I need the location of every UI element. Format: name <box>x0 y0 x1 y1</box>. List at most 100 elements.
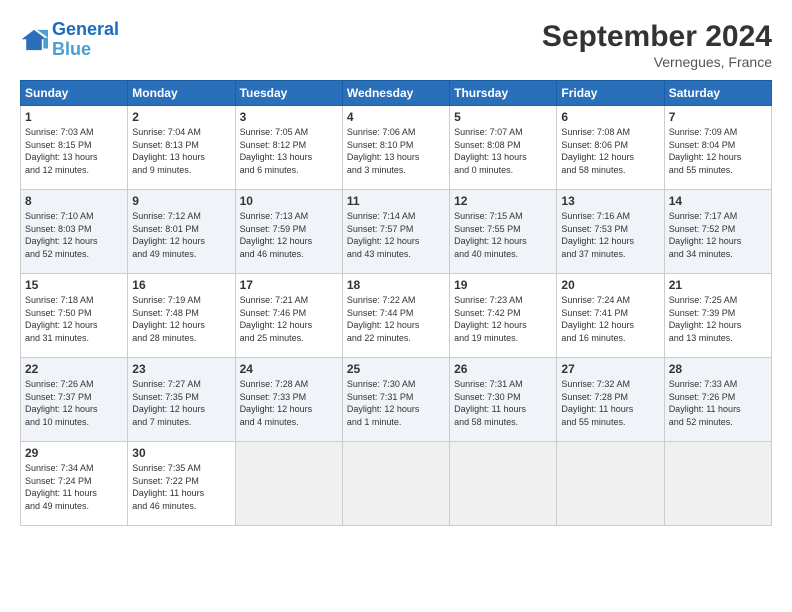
calendar-day-2: 2 Sunrise: 7:04 AMSunset: 8:13 PMDaylight… <box>128 106 235 190</box>
calendar-day-15: 15Sunrise: 7:18 AMSunset: 7:50 PMDayligh… <box>21 274 128 358</box>
calendar-empty <box>342 442 449 526</box>
month-title: September 2024 <box>542 20 772 54</box>
day-info: Sunrise: 7:08 AMSunset: 8:06 PMDaylight:… <box>561 126 659 176</box>
col-header-friday: Friday <box>557 81 664 106</box>
day-info: Sunrise: 7:24 AMSunset: 7:41 PMDaylight:… <box>561 294 659 344</box>
day-info: Sunrise: 7:34 AMSunset: 7:24 PMDaylight:… <box>25 462 123 512</box>
calendar: SundayMondayTuesdayWednesdayThursdayFrid… <box>20 80 772 526</box>
day-info: Sunrise: 7:09 AMSunset: 8:04 PMDaylight:… <box>669 126 767 176</box>
calendar-day-6: 6 Sunrise: 7:08 AMSunset: 8:06 PMDaylight… <box>557 106 664 190</box>
day-number: 2 <box>132 110 230 124</box>
calendar-day-28: 28 Sunrise: 7:33 AMSunset: 7:26 PMDayligh… <box>664 358 771 442</box>
calendar-day-10: 10 Sunrise: 7:13 AMSunset: 7:59 PMDayligh… <box>235 190 342 274</box>
day-number: 21 <box>669 278 767 292</box>
day-number: 24 <box>240 362 338 376</box>
calendar-week-row: 22 Sunrise: 7:26 AMSunset: 7:37 PMDayligh… <box>21 358 772 442</box>
calendar-empty <box>664 442 771 526</box>
calendar-day-7: 7 Sunrise: 7:09 AMSunset: 8:04 PMDaylight… <box>664 106 771 190</box>
day-number: 29 <box>25 446 123 460</box>
day-info: Sunrise: 7:16 AMSunset: 7:53 PMDaylight:… <box>561 210 659 260</box>
day-info: Sunrise: 7:21 AMSunset: 7:46 PMDaylight:… <box>240 294 338 344</box>
calendar-day-4: 4 Sunrise: 7:06 AMSunset: 8:10 PMDaylight… <box>342 106 449 190</box>
col-header-monday: Monday <box>128 81 235 106</box>
day-info: Sunrise: 7:04 AMSunset: 8:13 PMDaylight:… <box>132 126 230 176</box>
day-number: 14 <box>669 194 767 208</box>
day-number: 11 <box>347 194 445 208</box>
day-number: 3 <box>240 110 338 124</box>
day-info: Sunrise: 7:14 AMSunset: 7:57 PMDaylight:… <box>347 210 445 260</box>
day-info: Sunrise: 7:27 AMSunset: 7:35 PMDaylight:… <box>132 378 230 428</box>
logo-line1: General <box>52 19 119 39</box>
calendar-day-21: 21 Sunrise: 7:25 AMSunset: 7:39 PMDayligh… <box>664 274 771 358</box>
day-info: Sunrise: 7:31 AMSunset: 7:30 PMDaylight:… <box>454 378 552 428</box>
title-block: September 2024 Vernegues, France <box>542 20 772 70</box>
col-header-saturday: Saturday <box>664 81 771 106</box>
header: General Blue September 2024 Vernegues, F… <box>20 20 772 70</box>
calendar-day-19: 19 Sunrise: 7:23 AMSunset: 7:42 PMDayligh… <box>450 274 557 358</box>
day-number: 4 <box>347 110 445 124</box>
day-number: 10 <box>240 194 338 208</box>
day-info: Sunrise: 7:33 AMSunset: 7:26 PMDaylight:… <box>669 378 767 428</box>
day-number: 28 <box>669 362 767 376</box>
calendar-day-24: 24 Sunrise: 7:28 AMSunset: 7:33 PMDayligh… <box>235 358 342 442</box>
calendar-header-row: SundayMondayTuesdayWednesdayThursdayFrid… <box>21 81 772 106</box>
logo-text: General Blue <box>52 20 119 60</box>
calendar-day-23: 23Sunrise: 7:27 AMSunset: 7:35 PMDayligh… <box>128 358 235 442</box>
col-header-wednesday: Wednesday <box>342 81 449 106</box>
day-info: Sunrise: 7:10 AMSunset: 8:03 PMDaylight:… <box>25 210 123 260</box>
logo-line2: Blue <box>52 39 91 59</box>
day-info: Sunrise: 7:32 AMSunset: 7:28 PMDaylight:… <box>561 378 659 428</box>
day-info: Sunrise: 7:25 AMSunset: 7:39 PMDaylight:… <box>669 294 767 344</box>
day-number: 13 <box>561 194 659 208</box>
day-number: 27 <box>561 362 659 376</box>
day-number: 5 <box>454 110 552 124</box>
day-number: 19 <box>454 278 552 292</box>
day-number: 9 <box>132 194 230 208</box>
calendar-week-row: 1Sunrise: 7:03 AMSunset: 8:15 PMDaylight… <box>21 106 772 190</box>
calendar-day-30: 30 Sunrise: 7:35 AMSunset: 7:22 PMDayligh… <box>128 442 235 526</box>
calendar-day-5: 5 Sunrise: 7:07 AMSunset: 8:08 PMDaylight… <box>450 106 557 190</box>
day-info: Sunrise: 7:28 AMSunset: 7:33 PMDaylight:… <box>240 378 338 428</box>
calendar-week-row: 8 Sunrise: 7:10 AMSunset: 8:03 PMDaylight… <box>21 190 772 274</box>
col-header-sunday: Sunday <box>21 81 128 106</box>
calendar-day-11: 11 Sunrise: 7:14 AMSunset: 7:57 PMDayligh… <box>342 190 449 274</box>
day-number: 6 <box>561 110 659 124</box>
logo: General Blue <box>20 20 119 60</box>
calendar-week-row: 29 Sunrise: 7:34 AMSunset: 7:24 PMDayligh… <box>21 442 772 526</box>
calendar-day-1: 1Sunrise: 7:03 AMSunset: 8:15 PMDaylight… <box>21 106 128 190</box>
col-header-thursday: Thursday <box>450 81 557 106</box>
calendar-day-13: 13 Sunrise: 7:16 AMSunset: 7:53 PMDayligh… <box>557 190 664 274</box>
day-number: 8 <box>25 194 123 208</box>
calendar-day-26: 26Sunrise: 7:31 AMSunset: 7:30 PMDayligh… <box>450 358 557 442</box>
logo-icon <box>20 28 48 52</box>
day-info: Sunrise: 7:12 AMSunset: 8:01 PMDaylight:… <box>132 210 230 260</box>
day-number: 25 <box>347 362 445 376</box>
day-number: 18 <box>347 278 445 292</box>
day-number: 30 <box>132 446 230 460</box>
day-number: 22 <box>25 362 123 376</box>
col-header-tuesday: Tuesday <box>235 81 342 106</box>
calendar-day-20: 20Sunrise: 7:24 AMSunset: 7:41 PMDayligh… <box>557 274 664 358</box>
calendar-day-3: 3Sunrise: 7:05 AMSunset: 8:12 PMDaylight… <box>235 106 342 190</box>
day-info: Sunrise: 7:03 AMSunset: 8:15 PMDaylight:… <box>25 126 123 176</box>
day-info: Sunrise: 7:19 AMSunset: 7:48 PMDaylight:… <box>132 294 230 344</box>
calendar-day-27: 27 Sunrise: 7:32 AMSunset: 7:28 PMDayligh… <box>557 358 664 442</box>
day-info: Sunrise: 7:13 AMSunset: 7:59 PMDaylight:… <box>240 210 338 260</box>
day-number: 12 <box>454 194 552 208</box>
day-info: Sunrise: 7:23 AMSunset: 7:42 PMDaylight:… <box>454 294 552 344</box>
location: Vernegues, France <box>542 54 772 70</box>
calendar-empty <box>450 442 557 526</box>
calendar-day-18: 18Sunrise: 7:22 AMSunset: 7:44 PMDayligh… <box>342 274 449 358</box>
day-info: Sunrise: 7:30 AMSunset: 7:31 PMDaylight:… <box>347 378 445 428</box>
day-info: Sunrise: 7:15 AMSunset: 7:55 PMDaylight:… <box>454 210 552 260</box>
day-info: Sunrise: 7:06 AMSunset: 8:10 PMDaylight:… <box>347 126 445 176</box>
day-info: Sunrise: 7:07 AMSunset: 8:08 PMDaylight:… <box>454 126 552 176</box>
calendar-day-16: 16Sunrise: 7:19 AMSunset: 7:48 PMDayligh… <box>128 274 235 358</box>
day-info: Sunrise: 7:26 AMSunset: 7:37 PMDaylight:… <box>25 378 123 428</box>
calendar-day-25: 25 Sunrise: 7:30 AMSunset: 7:31 PMDayligh… <box>342 358 449 442</box>
day-number: 7 <box>669 110 767 124</box>
calendar-week-row: 15Sunrise: 7:18 AMSunset: 7:50 PMDayligh… <box>21 274 772 358</box>
day-info: Sunrise: 7:35 AMSunset: 7:22 PMDaylight:… <box>132 462 230 512</box>
day-number: 17 <box>240 278 338 292</box>
day-info: Sunrise: 7:18 AMSunset: 7:50 PMDaylight:… <box>25 294 123 344</box>
